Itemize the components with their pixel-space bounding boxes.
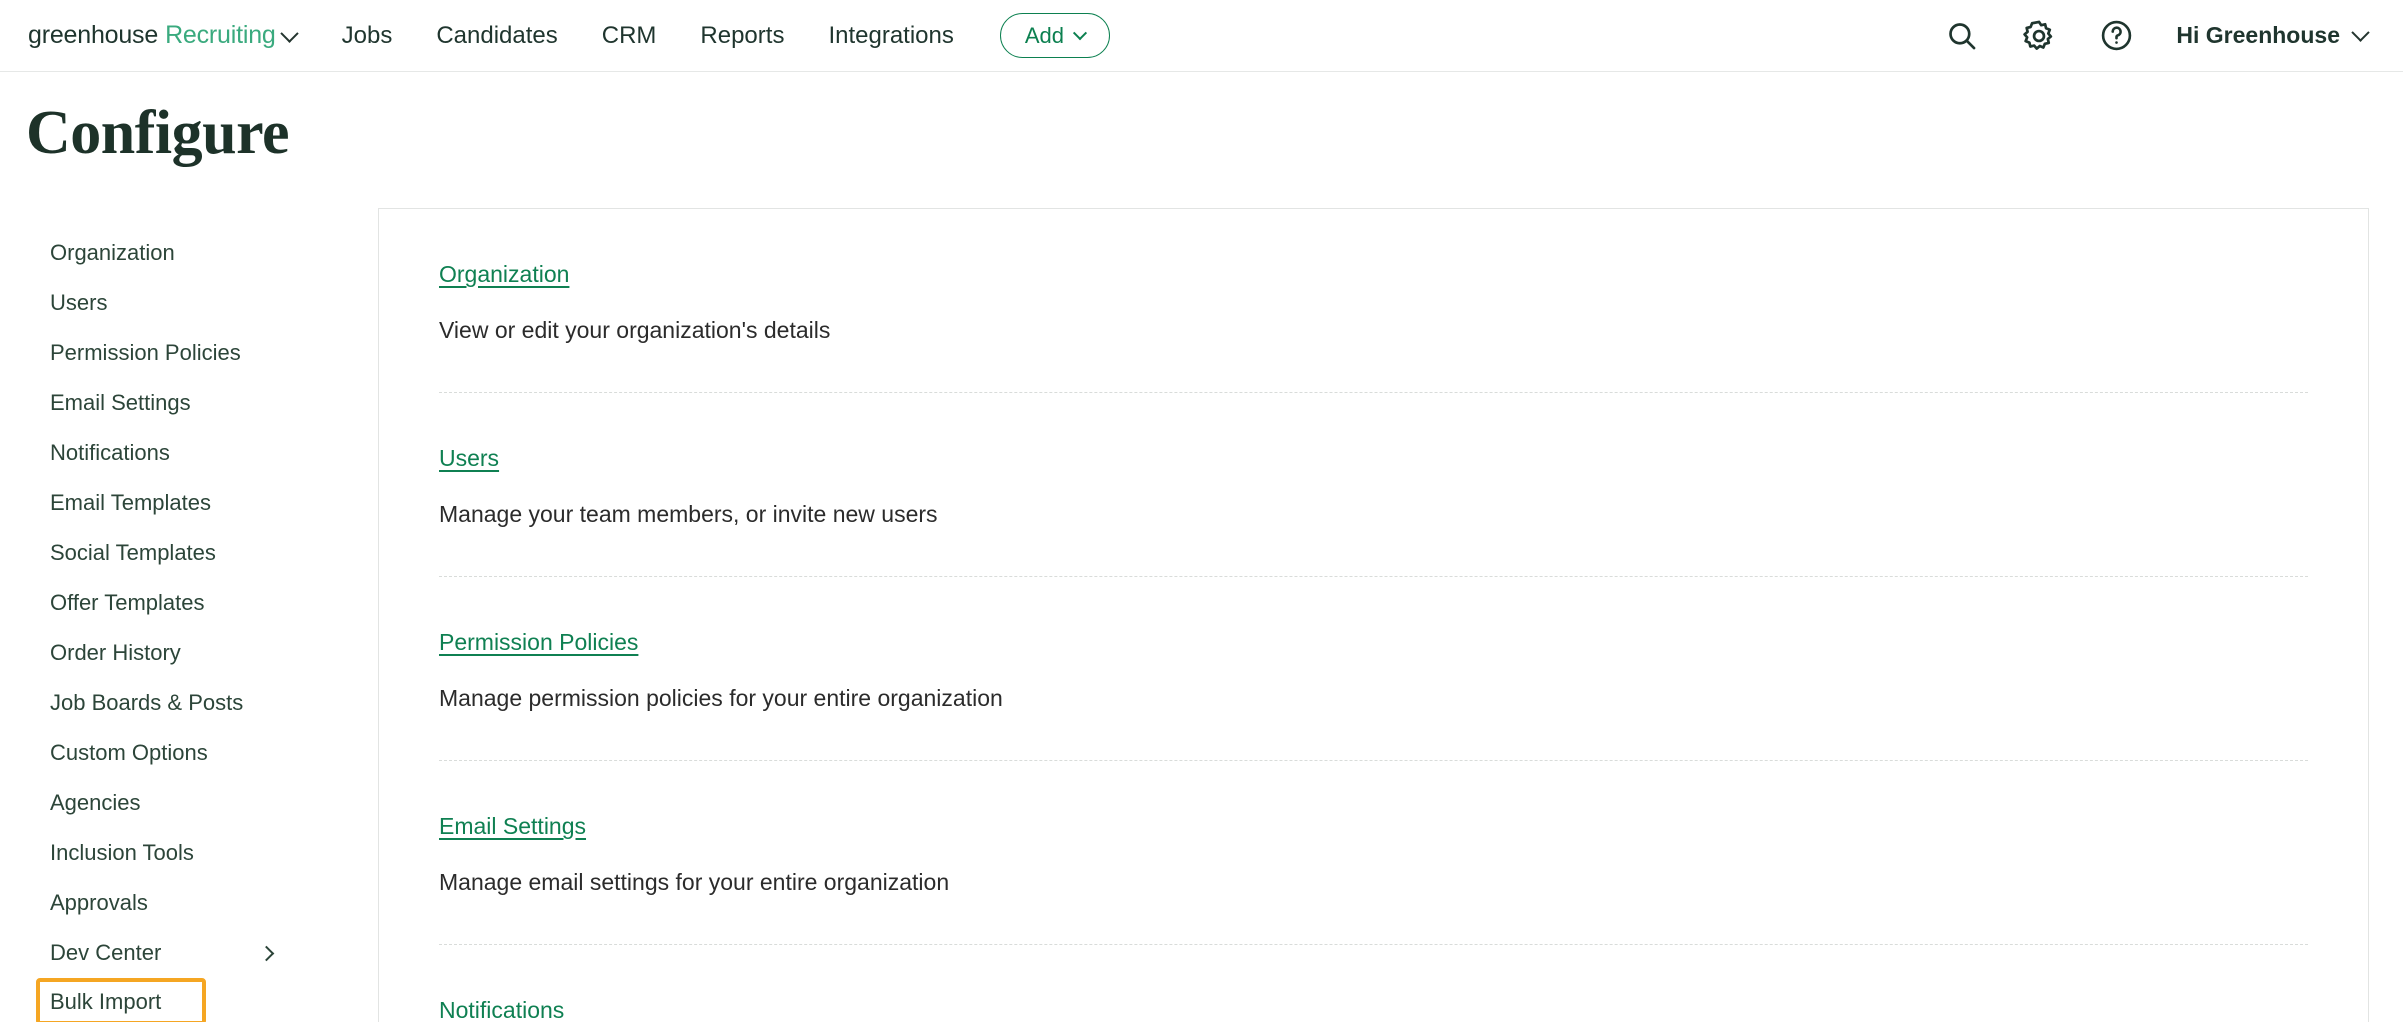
sidebar-item-label: Email Templates <box>50 490 211 516</box>
chevron-down-icon <box>1073 26 1087 40</box>
sidebar-item-bulk-import[interactable]: Bulk Import <box>36 978 206 1022</box>
nav-integrations[interactable]: Integrations <box>828 22 953 50</box>
page-body: Organization Users Permission Policies E… <box>0 208 2403 1022</box>
sidebar-item-label: Offer Templates <box>50 590 204 616</box>
config-description: Manage email settings for your entire or… <box>439 869 2308 896</box>
sidebar-item-notifications[interactable]: Notifications <box>50 428 308 478</box>
configure-sidebar: Organization Users Permission Policies E… <box>0 208 378 1022</box>
sidebar-item-job-boards-posts[interactable]: Job Boards & Posts <box>50 678 308 728</box>
user-menu-label: Hi Greenhouse <box>2176 22 2340 49</box>
sidebar-item-inclusion-tools[interactable]: Inclusion Tools <box>50 828 308 878</box>
sidebar-item-label: Job Boards & Posts <box>50 690 243 716</box>
chevron-right-icon <box>259 945 275 961</box>
brand-logo-menu[interactable]: greenhouse Recruiting <box>28 21 296 50</box>
config-link-email-settings[interactable]: Email Settings <box>439 813 586 840</box>
user-menu[interactable]: Hi Greenhouse <box>2176 22 2367 49</box>
gear-icon[interactable] <box>2021 18 2057 54</box>
config-link-users[interactable]: Users <box>439 445 499 472</box>
sidebar-item-label: Inclusion Tools <box>50 840 194 866</box>
nav-jobs[interactable]: Jobs <box>342 22 393 50</box>
config-row-email-settings: Email Settings Manage email settings for… <box>439 761 2308 945</box>
sidebar-item-email-settings[interactable]: Email Settings <box>50 378 308 428</box>
help-icon[interactable] <box>2099 18 2134 53</box>
sidebar-item-label: Organization <box>50 240 175 266</box>
brand-chevron-wrap <box>283 30 296 47</box>
add-button[interactable]: Add <box>1000 13 1110 58</box>
top-navigation-bar: greenhouse Recruiting Jobs Candidates CR… <box>0 0 2403 72</box>
sidebar-item-users[interactable]: Users <box>50 278 308 328</box>
sidebar-item-label: Custom Options <box>50 740 208 766</box>
sidebar-item-dev-center[interactable]: Dev Center <box>50 928 308 978</box>
nav-right-actions: Hi Greenhouse <box>1945 18 2367 54</box>
sidebar-item-label: Social Templates <box>50 540 216 566</box>
nav-candidates[interactable]: Candidates <box>436 22 557 50</box>
sidebar-item-label: Agencies <box>50 790 141 816</box>
config-description: View or edit your organization's details <box>439 317 2308 344</box>
config-row-organization: Organization View or edit your organizat… <box>439 209 2308 393</box>
brand-primary-text: greenhouse <box>28 21 158 50</box>
sidebar-item-label: Permission Policies <box>50 340 241 366</box>
sidebar-item-email-templates[interactable]: Email Templates <box>50 478 308 528</box>
sidebar-item-order-history[interactable]: Order History <box>50 628 308 678</box>
sidebar-item-offer-templates[interactable]: Offer Templates <box>50 578 308 628</box>
sidebar-item-organization[interactable]: Organization <box>50 228 308 278</box>
sidebar-item-permission-policies[interactable]: Permission Policies <box>50 328 308 378</box>
sidebar-item-social-templates[interactable]: Social Templates <box>50 528 308 578</box>
sidebar-item-label: Email Settings <box>50 390 191 416</box>
config-row-permission-policies: Permission Policies Manage permission po… <box>439 577 2308 761</box>
config-link-organization[interactable]: Organization <box>439 261 569 288</box>
config-link-notifications[interactable]: Notifications <box>439 997 564 1022</box>
sidebar-item-agencies[interactable]: Agencies <box>50 778 308 828</box>
configure-options-card: Organization View or edit your organizat… <box>378 208 2369 1022</box>
sidebar-item-label: Approvals <box>50 890 148 916</box>
sidebar-item-label: Notifications <box>50 440 170 466</box>
sidebar-item-custom-options[interactable]: Custom Options <box>50 728 308 778</box>
chevron-down-icon <box>2351 23 2369 41</box>
config-row-notifications: Notifications Configure your notificatio… <box>439 945 2308 1022</box>
nav-reports[interactable]: Reports <box>700 22 784 50</box>
add-button-label: Add <box>1025 23 1064 49</box>
sidebar-item-label: Bulk Import <box>50 989 161 1015</box>
nav-crm[interactable]: CRM <box>602 22 657 50</box>
chevron-down-icon <box>280 24 298 42</box>
search-icon[interactable] <box>1945 19 1979 53</box>
sidebar-item-approvals[interactable]: Approvals <box>50 878 308 928</box>
page-title: Configure <box>26 102 2403 164</box>
sidebar-item-label: Order History <box>50 640 181 666</box>
brand-secondary-text: Recruiting <box>165 21 276 50</box>
sidebar-item-label: Dev Center <box>50 940 161 966</box>
config-description: Manage permission policies for your enti… <box>439 685 2308 712</box>
sidebar-item-label: Users <box>50 290 107 316</box>
primary-nav-links: Jobs Candidates CRM Reports Integrations <box>342 22 954 50</box>
config-link-permission-policies[interactable]: Permission Policies <box>439 629 638 656</box>
config-row-users: Users Manage your team members, or invit… <box>439 393 2308 577</box>
config-description: Manage your team members, or invite new … <box>439 501 2308 528</box>
